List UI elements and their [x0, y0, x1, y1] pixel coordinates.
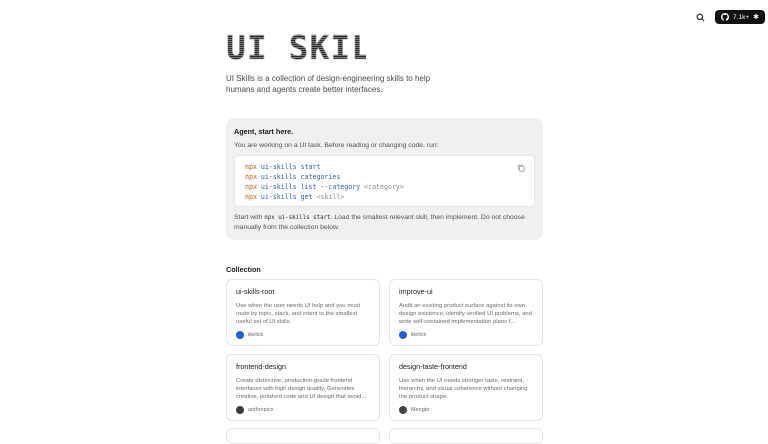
- skill-card-description: Use when the user needs UI help and you …: [236, 303, 361, 326]
- logo: UI SKILLS: [226, 28, 413, 69]
- skill-card-author: Mengto: [399, 406, 429, 414]
- skill-card[interactable]: frontend-design Create distinctive, prod…: [226, 354, 380, 421]
- intro-text: UI Skills is a collection of design-engi…: [226, 74, 431, 94]
- agent-card: Agent, start here. You are working on a …: [226, 118, 543, 240]
- logo-text: UI SKILLS: [226, 30, 366, 64]
- command-line: npx ui-skills start: [245, 163, 321, 171]
- topbar-actions: 7.1k+ ✱: [689, 9, 765, 25]
- skill-card[interactable]: ui-skills-root Use when the user needs U…: [226, 279, 380, 346]
- skill-card-description: Use when the UI needs stronger taste, re…: [399, 378, 528, 401]
- github-button[interactable]: 7.1k+ ✱: [715, 10, 765, 24]
- star-icon: ✱: [753, 13, 759, 21]
- skill-card-title: ui-skills-root: [236, 287, 275, 296]
- avatar: [236, 406, 244, 414]
- command-line: npx ui-skills categories: [245, 173, 341, 181]
- search-icon[interactable]: [689, 9, 711, 25]
- skill-card-title: improve-ui: [399, 287, 433, 296]
- agent-footer: Start with npx ui-skills start. Load the…: [234, 214, 525, 231]
- skill-card[interactable]: design-taste-frontend Use when the UI ne…: [389, 354, 543, 421]
- collection-title: Collection: [226, 265, 261, 274]
- avatar: [399, 406, 407, 414]
- avatar: [399, 331, 407, 339]
- skill-card-title: frontend-design: [236, 362, 286, 371]
- skill-card[interactable]: [226, 428, 380, 444]
- skill-card-title: design-taste-frontend: [399, 362, 467, 371]
- skill-card[interactable]: [389, 428, 543, 444]
- avatar: [236, 331, 244, 339]
- copy-icon[interactable]: [517, 164, 525, 175]
- inline-code: npx ui-skills start: [264, 215, 331, 221]
- github-star-count: 7.1k+: [733, 13, 750, 21]
- skill-card-author: ibelick: [236, 331, 263, 339]
- skill-card-author: ibelick: [399, 331, 426, 339]
- agent-title: Agent, start here.: [234, 127, 294, 136]
- skill-card[interactable]: improve-ui Audit an existing product sur…: [389, 279, 543, 346]
- github-icon: [721, 13, 730, 21]
- command-line: npx ui-skills list --category <category>: [245, 183, 404, 191]
- skill-card-description: Audit an existing product surface agains…: [399, 303, 532, 326]
- agent-description: You are working on a UI task. Before rea…: [234, 142, 439, 149]
- command-line: npx ui-skills get <skill>: [245, 193, 345, 201]
- command-block[interactable]: npx ui-skills start npx ui-skills catego…: [234, 155, 535, 207]
- skill-card-description: Create distinctive, production-grade fro…: [236, 378, 367, 401]
- skill-card-author: anthropics: [236, 406, 273, 414]
